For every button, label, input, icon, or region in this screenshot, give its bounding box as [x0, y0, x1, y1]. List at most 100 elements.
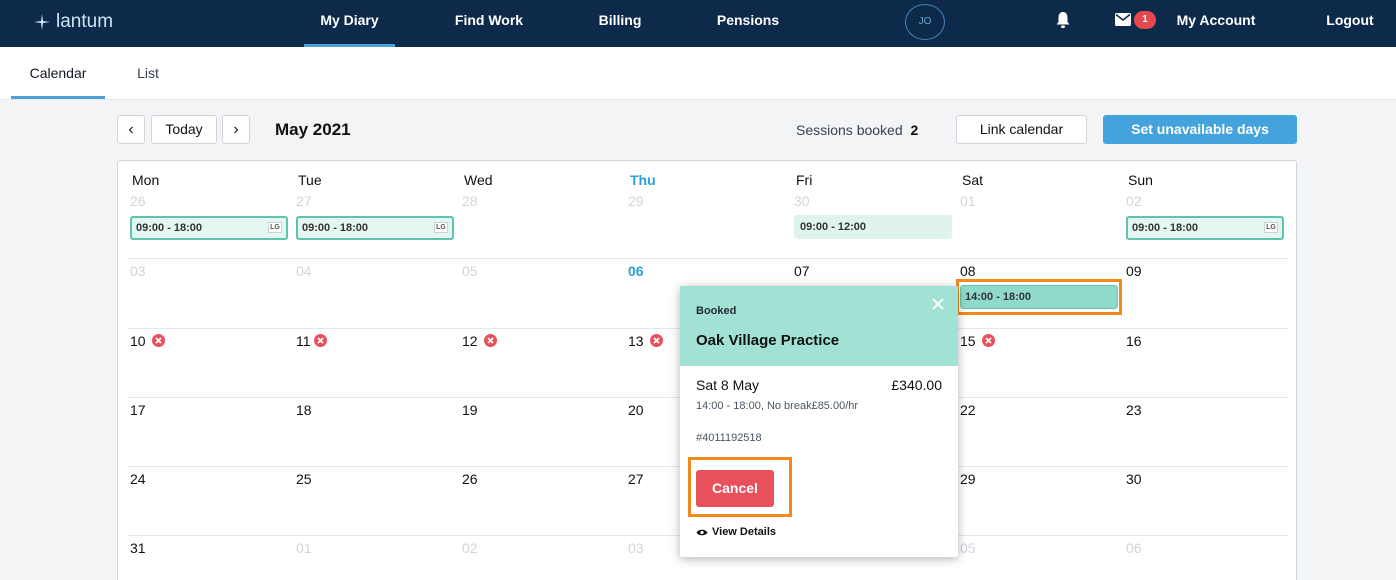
view-tabs: Calendar List: [0, 47, 1396, 100]
day-number[interactable]: 11: [296, 333, 311, 349]
session-time: 09:00 - 18:00: [1132, 222, 1199, 234]
day-number[interactable]: 13: [628, 333, 644, 349]
weekday-header: Sun: [1128, 172, 1153, 188]
day-number[interactable]: 01: [296, 540, 312, 556]
day-number[interactable]: 18: [296, 402, 312, 418]
day-number[interactable]: 09: [1126, 263, 1142, 279]
day-number[interactable]: 27: [628, 471, 644, 487]
session-block[interactable]: 09:00 - 18:00 LG: [296, 216, 454, 240]
session-price: £340.00: [891, 377, 942, 393]
day-number[interactable]: 02: [1126, 193, 1142, 209]
top-navigation: lantum My Diary Find Work Billing Pensio…: [0, 0, 1396, 47]
eye-icon: [696, 529, 708, 535]
view-details-label: View Details: [712, 526, 776, 538]
tab-calendar[interactable]: Calendar: [11, 47, 105, 99]
session-details: 14:00 - 18:00, No break£85.00/hr: [696, 400, 859, 412]
day-number[interactable]: 27: [296, 193, 312, 209]
day-number[interactable]: 29: [960, 471, 976, 487]
day-number[interactable]: 15: [960, 333, 976, 349]
day-number[interactable]: 29: [628, 193, 644, 209]
lantum-logo[interactable]: lantum: [34, 11, 113, 33]
session-time: 09:00 - 12:00: [800, 221, 867, 233]
mail-count-badge: 1: [1134, 11, 1156, 29]
session-block[interactable]: 09:00 - 18:00 LG: [130, 216, 288, 240]
prev-month-button[interactable]: ‹: [117, 115, 145, 144]
day-number[interactable]: 03: [628, 540, 644, 556]
session-badge: LG: [1264, 222, 1278, 233]
practice-name: Oak Village Practice: [696, 332, 840, 349]
nav-my-account[interactable]: My Account: [1170, 0, 1262, 47]
session-block[interactable]: 09:00 - 12:00: [794, 215, 952, 239]
unavailable-x-icon[interactable]: [152, 334, 165, 347]
weekday-header: Tue: [298, 172, 322, 188]
avatar[interactable]: JO: [905, 4, 945, 40]
day-number[interactable]: 07: [794, 263, 810, 279]
tab-list[interactable]: List: [122, 47, 174, 99]
nav-find-work[interactable]: Find Work: [440, 0, 538, 47]
weekday-header: Sat: [962, 172, 984, 188]
day-number[interactable]: 30: [1126, 471, 1142, 487]
session-block[interactable]: 09:00 - 18:00 LG: [1126, 216, 1284, 240]
day-number[interactable]: 30: [794, 193, 810, 209]
session-date: Sat 8 May: [696, 377, 760, 393]
unavailable-x-icon[interactable]: [982, 334, 995, 347]
next-month-button[interactable]: ›: [222, 115, 250, 144]
day-number[interactable]: 26: [130, 193, 146, 209]
day-number[interactable]: 31: [130, 540, 146, 556]
day-number[interactable]: 12: [462, 333, 478, 349]
nav-logout[interactable]: Logout: [1320, 0, 1380, 47]
day-number[interactable]: 02: [462, 540, 478, 556]
weekday-header: Mon: [132, 172, 160, 188]
mail-icon[interactable]: [1115, 13, 1131, 26]
day-number[interactable]: 28: [462, 193, 478, 209]
today-button[interactable]: Today: [151, 115, 217, 144]
session-badge: LG: [434, 222, 448, 233]
sessions-booked: Sessions booked 2: [796, 122, 918, 138]
day-number[interactable]: 08: [960, 263, 976, 279]
weekday-header: Thu: [630, 172, 656, 188]
logo-star-icon: [34, 14, 50, 30]
day-number[interactable]: 10: [130, 333, 146, 349]
unavailable-x-icon[interactable]: [314, 334, 327, 347]
view-details-link[interactable]: View Details: [696, 526, 776, 538]
day-number[interactable]: 25: [296, 471, 312, 487]
bell-icon[interactable]: [1055, 11, 1071, 29]
session-status: Booked: [696, 305, 737, 317]
week-divider: [127, 258, 1288, 259]
booked-session-highlight: [956, 279, 1122, 315]
day-number[interactable]: 17: [130, 402, 146, 418]
logo-text: lantum: [56, 11, 114, 32]
weekday-header: Wed: [464, 172, 493, 188]
day-number[interactable]: 04: [296, 263, 312, 279]
day-number[interactable]: 03: [130, 263, 146, 279]
nav-my-diary[interactable]: My Diary: [304, 0, 395, 47]
weekday-header: Fri: [796, 172, 813, 188]
day-number[interactable]: 05: [462, 263, 478, 279]
sessions-booked-label: Sessions booked: [796, 122, 903, 138]
month-title: May 2021: [275, 120, 351, 139]
session-time: 09:00 - 18:00: [302, 222, 369, 234]
day-number[interactable]: 23: [1126, 402, 1142, 418]
day-number[interactable]: 19: [462, 402, 478, 418]
cancel-button-highlight: [688, 457, 792, 517]
close-icon[interactable]: [930, 296, 946, 312]
sessions-booked-count: 2: [910, 122, 919, 138]
unavailable-x-icon[interactable]: [484, 334, 497, 347]
nav-billing[interactable]: Billing: [585, 0, 655, 47]
day-number[interactable]: 05: [960, 540, 976, 556]
link-calendar-button[interactable]: Link calendar: [956, 115, 1087, 144]
nav-pensions[interactable]: Pensions: [703, 0, 793, 47]
day-number[interactable]: 16: [1126, 333, 1142, 349]
popover-header: Booked Oak Village Practice: [680, 286, 958, 366]
day-number[interactable]: 20: [628, 402, 644, 418]
day-number[interactable]: 24: [130, 471, 146, 487]
set-unavailable-days-button[interactable]: Set unavailable days: [1103, 115, 1297, 144]
day-number[interactable]: 22: [960, 402, 976, 418]
day-number[interactable]: 06: [1126, 540, 1142, 556]
session-badge: LG: [268, 222, 282, 233]
unavailable-x-icon[interactable]: [650, 334, 663, 347]
day-number-today[interactable]: 06: [628, 263, 644, 279]
session-time: 09:00 - 18:00: [136, 222, 203, 234]
day-number[interactable]: 26: [462, 471, 478, 487]
day-number[interactable]: 01: [960, 193, 976, 209]
